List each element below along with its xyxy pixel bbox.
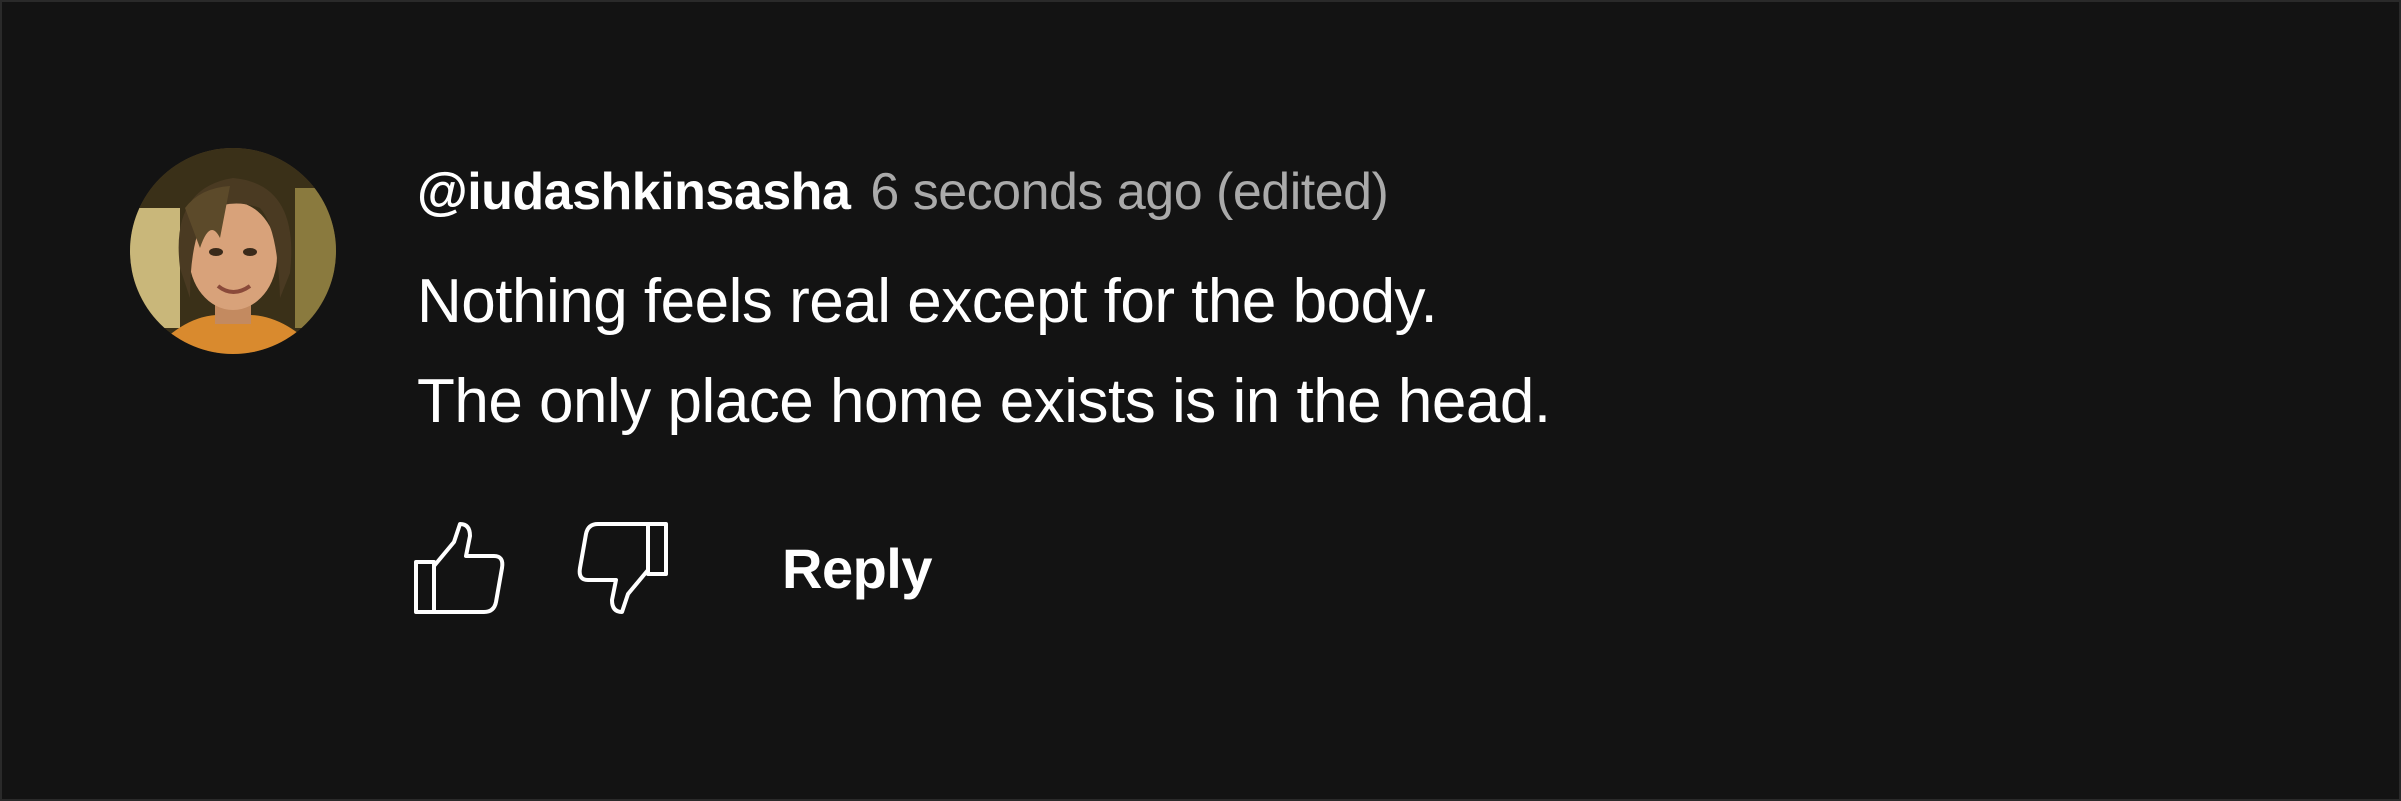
- comment-actions: Reply: [410, 518, 933, 618]
- comment-body: @iudashkinsasha 6 seconds ago (edited) N…: [417, 162, 2319, 452]
- reply-button[interactable]: Reply: [782, 536, 933, 601]
- avatar[interactable]: [130, 148, 336, 354]
- thumbs-down-icon: [577, 522, 668, 614]
- comment-panel: @iudashkinsasha 6 seconds ago (edited) N…: [0, 0, 2401, 801]
- like-button[interactable]: [410, 518, 510, 618]
- comment-timestamp[interactable]: 6 seconds ago (edited): [870, 162, 1389, 222]
- comment-text: Nothing feels real except for the body. …: [417, 252, 2319, 452]
- comment-text-line: The only place home exists is in the hea…: [417, 367, 1551, 436]
- comment-meta: @iudashkinsasha 6 seconds ago (edited): [417, 162, 2319, 230]
- dislike-button[interactable]: [572, 518, 672, 618]
- avatar-photo: [130, 148, 336, 354]
- comment-text-line: Nothing feels real except for the body.: [417, 267, 1438, 336]
- thumbs-up-icon: [414, 522, 505, 614]
- author-handle[interactable]: @iudashkinsasha: [417, 162, 851, 222]
